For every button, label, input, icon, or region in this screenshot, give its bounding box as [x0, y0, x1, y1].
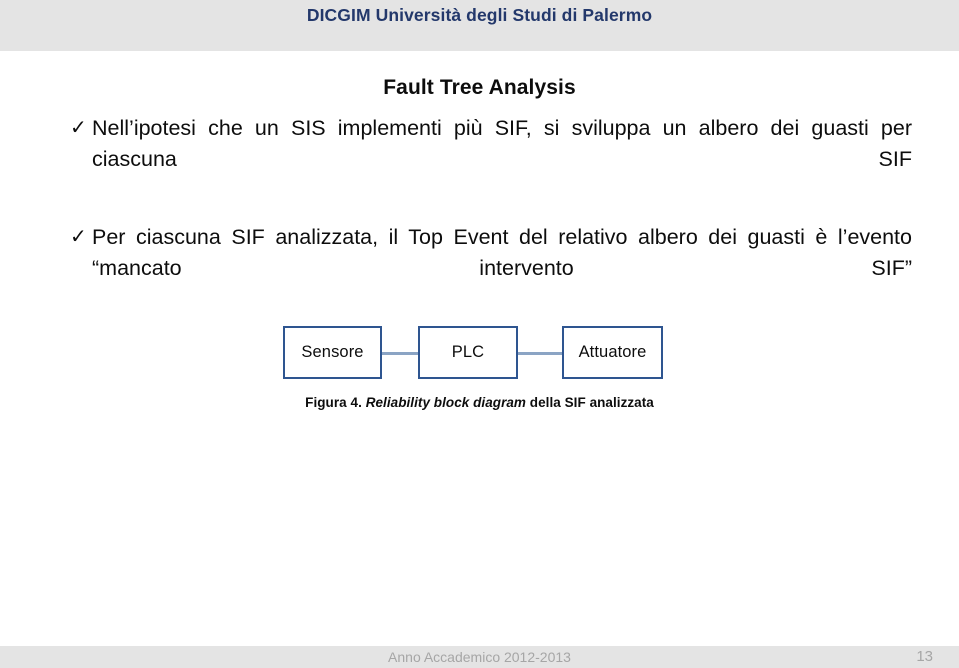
list-item-label: Nell’ipotesi che un SIS implementi più S… [92, 116, 912, 171]
checkmark-icon: ✓ [70, 226, 87, 248]
figure-caption-italic: Reliability block diagram [365, 395, 526, 410]
list-item: ✓ Per ciascuna SIF analizzata, il Top Ev… [70, 222, 912, 315]
diagram-block-plc: PLC [418, 326, 518, 379]
diagram-block-label: Attuatore [578, 343, 647, 361]
diagram-block-attuatore: Attuatore [562, 326, 663, 379]
diagram-block-sensore: Sensore [283, 326, 382, 379]
bullet-list: ✓ Nell’ipotesi che un SIS implementi più… [70, 113, 912, 316]
institution-title: DICGIM Università degli Studi di Palermo [306, 5, 653, 25]
figure-caption-suffix: della SIF analizzata [529, 395, 654, 410]
footer-page-number: 13 [916, 648, 933, 665]
diagram-block-label: PLC [451, 343, 485, 361]
figure-caption-prefix: Figura 4. [305, 395, 362, 410]
list-item-label: Per ciascuna SIF analizzata, il Top Even… [92, 225, 912, 280]
page-title: Fault Tree Analysis [383, 76, 576, 99]
figure-caption: Figura 4. Reliability block diagram dell… [0, 395, 959, 410]
slide-canvas: DICGIM Università degli Studi di Palermo… [0, 0, 959, 668]
connector-line-sensore-plc [382, 352, 418, 355]
diagram-block-label: Sensore [301, 343, 364, 361]
list-item: ✓ Nell’ipotesi che un SIS implementi più… [70, 113, 912, 206]
connector-line-plc-attuatore [518, 352, 562, 355]
reliability-block-diagram: Sensore PLC Attuatore [283, 326, 663, 381]
checkmark-icon: ✓ [70, 117, 87, 139]
footer-academic-year: Anno Accademico 2012-2013 [388, 649, 571, 665]
